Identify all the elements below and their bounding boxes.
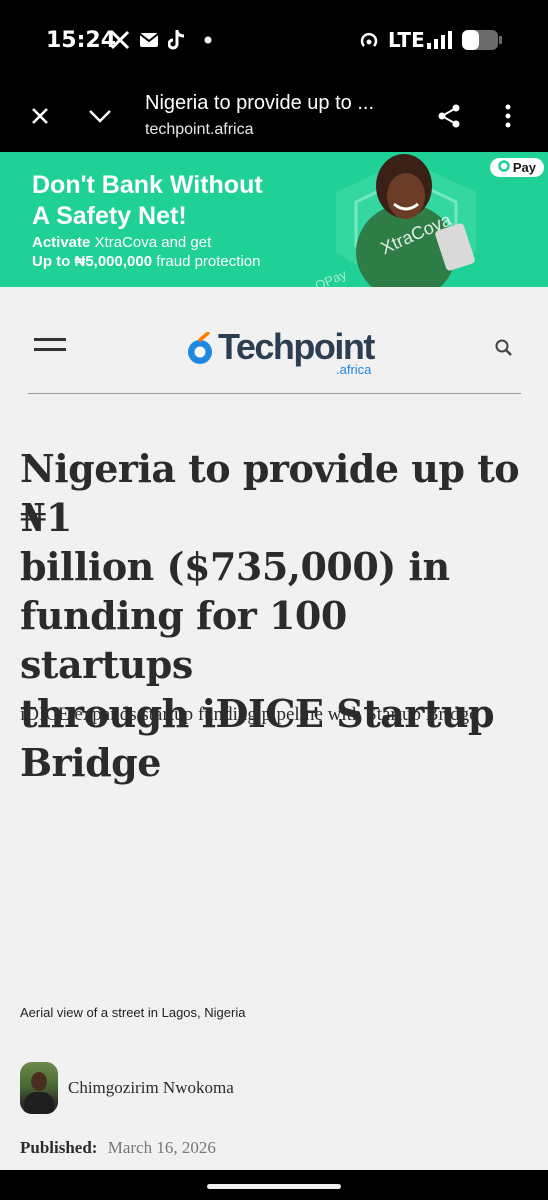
ad-headline-line: Don't Bank Without bbox=[32, 171, 263, 199]
ad-line-2-bold: Up to ₦5,000,000 bbox=[32, 253, 153, 270]
published-label: Published: bbox=[20, 1138, 98, 1157]
opay-badge-label: Pay bbox=[512, 160, 536, 175]
dot-icon bbox=[202, 28, 214, 52]
home-gesture-handle[interactable] bbox=[207, 1184, 341, 1189]
tiktok-icon bbox=[166, 28, 188, 52]
chevron-down-icon[interactable] bbox=[80, 96, 120, 136]
ad-line-1-bold: Activate bbox=[32, 234, 91, 251]
network-label: LTE bbox=[388, 28, 425, 52]
headline-line: billion ($735,000) in bbox=[20, 544, 450, 589]
ad-headline-line: A Safety Net! bbox=[32, 202, 187, 230]
status-bar: 15:24 LTE bbox=[0, 0, 548, 80]
ad-banner[interactable]: Don't Bank Without A Safety Net! Activat… bbox=[0, 152, 548, 287]
browser-toolbar: Nigeria to provide up to ... techpoint.a… bbox=[0, 80, 548, 152]
logo-subtext: .africa bbox=[336, 362, 372, 377]
author-byline[interactable]: Chimgozirim Nwokoma bbox=[20, 1062, 234, 1114]
battery-icon bbox=[460, 28, 504, 52]
published-date: March 16, 2026 bbox=[107, 1138, 216, 1157]
page-title: Nigeria to provide up to ... bbox=[145, 92, 375, 114]
opay-badge: Pay bbox=[489, 158, 544, 177]
headline-line: Bridge bbox=[20, 740, 161, 785]
more-vert-icon[interactable] bbox=[488, 96, 528, 136]
site-header: Techpoint .africa bbox=[28, 306, 521, 394]
opay-logo-icon bbox=[498, 160, 510, 175]
share-icon[interactable] bbox=[429, 96, 469, 136]
article-headline: Nigeria to provide up to ₦1 billion ($73… bbox=[20, 444, 530, 787]
system-nav-bar bbox=[0, 1170, 548, 1200]
search-icon[interactable] bbox=[494, 338, 516, 360]
status-time: 15:24 bbox=[46, 28, 117, 53]
ad-headline: Don't Bank Without A Safety Net! bbox=[32, 170, 292, 232]
close-icon[interactable] bbox=[20, 96, 60, 136]
menu-icon[interactable] bbox=[34, 334, 68, 358]
x-icon bbox=[108, 28, 132, 52]
page-url: techpoint.africa bbox=[145, 121, 254, 138]
ad-line-1-rest: XtraCova and get bbox=[90, 234, 212, 251]
image-caption: Aerial view of a street in Lagos, Nigeri… bbox=[20, 1005, 246, 1020]
article-subheadline: iDICE expands startup funding pipeline w… bbox=[20, 704, 478, 725]
ad-line-2: Up to ₦5,000,000 fraud protection bbox=[32, 253, 260, 270]
hotspot-icon bbox=[358, 28, 380, 52]
headline-line: funding for 100 startups bbox=[20, 593, 347, 687]
ad-line-2-rest: fraud protection bbox=[152, 253, 261, 270]
published-info: Published: March 16, 2026 bbox=[20, 1138, 216, 1158]
avatar[interactable] bbox=[20, 1062, 58, 1114]
ad-line-1: Activate XtraCova and get bbox=[32, 234, 211, 251]
headline-line: Nigeria to provide up to ₦1 bbox=[20, 446, 520, 540]
author-name[interactable]: Chimgozirim Nwokoma bbox=[68, 1078, 234, 1098]
ad-art-text-small: OPay bbox=[313, 266, 349, 287]
mail-icon bbox=[138, 28, 160, 52]
signal-icon bbox=[424, 28, 454, 52]
logo-mark-icon bbox=[188, 332, 212, 364]
